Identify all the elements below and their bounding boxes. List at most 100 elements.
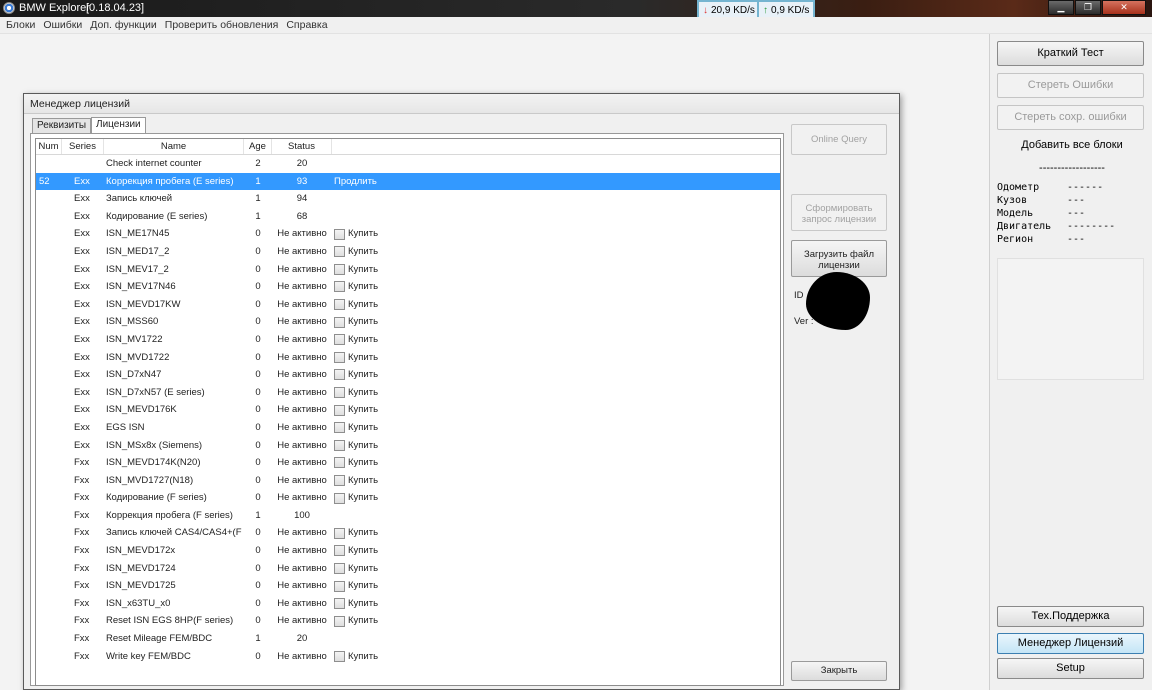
tab-requisites[interactable]: Реквизиты [32, 118, 92, 133]
clear-errors-button[interactable]: Стереть Ошибки [997, 73, 1144, 98]
buy-checkbox[interactable] [334, 281, 345, 293]
online-query-button[interactable]: Online Query [791, 124, 887, 155]
table-row[interactable]: Fxx ISN_MEVD174K(N20) 0 Не активно Купить [36, 454, 780, 472]
table-row[interactable]: Exx ISN_MSS60 0 Не активно Купить [36, 313, 780, 331]
buy-label[interactable]: Купить [348, 296, 378, 314]
buy-label[interactable]: Купить [348, 225, 378, 243]
buy-checkbox[interactable] [334, 457, 345, 469]
buy-checkbox[interactable] [334, 580, 345, 592]
buy-checkbox[interactable] [334, 316, 345, 328]
buy-checkbox[interactable] [334, 299, 345, 311]
table-row[interactable]: Exx ISN_ME17N45 0 Не активно Купить [36, 225, 780, 243]
table-row[interactable]: Exx ISN_D7xN57 (E series) 0 Не активно Купит… [36, 384, 780, 402]
license-manager-button[interactable]: Менеджер Лицензий [997, 633, 1144, 654]
table-row[interactable]: Exx ISN_MEVD17KW 0 Не активно Купить [36, 296, 780, 314]
table-row[interactable]: Fxx Write key FEM/BDC 0 Не активно Купить [36, 648, 780, 666]
buy-label[interactable]: Купить [348, 419, 378, 437]
tech-support-button[interactable]: Тех.Поддержка [997, 606, 1144, 627]
buy-checkbox[interactable] [334, 545, 345, 557]
column-num[interactable]: Num [36, 139, 62, 154]
buy-label[interactable]: Купить [348, 560, 378, 578]
buy-checkbox[interactable] [334, 615, 345, 627]
table-row[interactable]: Fxx Коррекция пробега (F series) 1 100 [36, 507, 780, 525]
buy-label[interactable]: Купить [348, 524, 378, 542]
add-all-blocks-link[interactable]: Добавить все блоки [997, 139, 1147, 151]
buy-label[interactable]: Купить [348, 331, 378, 349]
table-row[interactable]: 52 Exx Коррекция пробега (E series) 1 93 Прод… [36, 172, 780, 191]
column-name[interactable]: Name [104, 139, 244, 154]
buy-label[interactable]: Купить [348, 261, 378, 279]
buy-checkbox[interactable] [334, 246, 345, 258]
menu-help[interactable]: Справка [282, 17, 331, 33]
buy-label[interactable]: Купить [348, 437, 378, 455]
buy-label[interactable]: Купить [348, 612, 378, 630]
buy-label[interactable]: Купить [348, 366, 378, 384]
menu-check-updates[interactable]: Проверить обновления [161, 17, 283, 33]
table-row[interactable]: Fxx Кодирование (F series) 0 Не активно Купи… [36, 489, 780, 507]
table-row[interactable]: Exx ISN_MEV17_2 0 Не активно Купить [36, 261, 780, 279]
menu-extra-functions[interactable]: Доп. функции [86, 17, 161, 33]
table-row[interactable]: Exx ISN_D7xN47 0 Не активно Купить [36, 366, 780, 384]
table-row[interactable]: Exx Запись ключей 1 94 [36, 190, 780, 208]
table-row[interactable]: Exx ISN_MEV17N46 0 Не активно Купить [36, 278, 780, 296]
table-row[interactable]: Fxx Запись ключей CAS4/CAS4+(F 0 Не активно… [36, 524, 780, 542]
buy-label[interactable]: Купить [348, 313, 378, 331]
buy-checkbox[interactable] [334, 387, 345, 399]
buy-checkbox[interactable] [334, 598, 345, 610]
buy-checkbox[interactable] [334, 369, 345, 381]
buy-checkbox[interactable] [334, 228, 345, 240]
table-row[interactable]: Exx ISN_MEVD176K 0 Не активно Купить [36, 401, 780, 419]
buy-checkbox[interactable] [334, 492, 345, 504]
setup-button[interactable]: Setup [997, 658, 1144, 679]
table-row[interactable]: Exx ISN_MSx8x (Siemens) 0 Не активно Купить [36, 437, 780, 455]
buy-checkbox[interactable] [334, 422, 345, 434]
form-request-button[interactable]: Сформировать запрос лицензии [791, 194, 887, 231]
buy-label[interactable]: Купить [348, 401, 378, 419]
close-window-button[interactable]: ✕ [1102, 0, 1146, 15]
buy-checkbox[interactable] [334, 527, 345, 539]
quick-test-button[interactable]: Краткий Тест [997, 41, 1144, 66]
table-row[interactable]: Fxx Reset Mileage FEM/BDC 1 20 [36, 630, 780, 648]
buy-label[interactable]: Купить [348, 243, 378, 261]
buy-checkbox[interactable] [334, 474, 345, 486]
table-row[interactable]: Exx ISN_MV1722 0 Не активно Купить [36, 331, 780, 349]
column-age[interactable]: Age [244, 139, 272, 154]
buy-checkbox[interactable] [334, 404, 345, 416]
table-row[interactable]: Fxx Reset ISN EGS 8HP(F series) 0 Не активн… [36, 612, 780, 630]
action-link[interactable]: Продлить [334, 173, 377, 191]
buy-label[interactable]: Купить [348, 542, 378, 560]
buy-checkbox[interactable] [334, 439, 345, 451]
table-row[interactable]: Exx ISN_MED17_2 0 Не активно Купить [36, 243, 780, 261]
table-row[interactable]: Exx Кодирование (E series) 1 68 [36, 208, 780, 226]
buy-label[interactable]: Купить [348, 349, 378, 367]
menu-errors[interactable]: Ошибки [39, 17, 86, 33]
buy-checkbox[interactable] [334, 650, 345, 662]
buy-checkbox[interactable] [334, 351, 345, 363]
buy-label[interactable]: Купить [348, 278, 378, 296]
table-row[interactable]: Fxx ISN_MEVD1725 0 Не активно Купить [36, 577, 780, 595]
table-row[interactable]: Fxx ISN_MEVD1724 0 Не активно Купить [36, 560, 780, 578]
buy-checkbox[interactable] [334, 562, 345, 574]
clear-saved-errors-button[interactable]: Стереть сохр. ошибки [997, 105, 1144, 130]
column-status[interactable]: Status [272, 139, 332, 154]
tab-licenses[interactable]: Лицензии [91, 117, 146, 133]
table-row[interactable]: Exx ISN_MVD1722 0 Не активно Купить [36, 349, 780, 367]
buy-label[interactable]: Купить [348, 489, 378, 507]
table-row[interactable]: Exx EGS ISN 0 Не активно Купить [36, 419, 780, 437]
buy-label[interactable]: Купить [348, 577, 378, 595]
buy-label[interactable]: Купить [348, 384, 378, 402]
maximize-button[interactable]: ❐ [1075, 0, 1101, 15]
table-row[interactable]: Fxx ISN_MEVD172x 0 Не активно Купить [36, 542, 780, 560]
buy-checkbox[interactable] [334, 334, 345, 346]
buy-label[interactable]: Купить [348, 472, 378, 490]
table-row[interactable]: Fxx ISN_MVD1727(N18) 0 Не активно Купить [36, 472, 780, 490]
column-series[interactable]: Series [62, 139, 104, 154]
buy-label[interactable]: Купить [348, 595, 378, 613]
buy-checkbox[interactable] [334, 263, 345, 275]
table-row[interactable]: Fxx ISN_x63TU_x0 0 Не активно Купить [36, 595, 780, 613]
buy-label[interactable]: Купить [348, 454, 378, 472]
menu-blocks[interactable]: Блоки [2, 17, 39, 33]
buy-label[interactable]: Купить [348, 648, 378, 666]
table-row[interactable]: Check internet counter 2 20 [36, 155, 780, 173]
close-dialog-button[interactable]: Закрыть [791, 661, 887, 681]
